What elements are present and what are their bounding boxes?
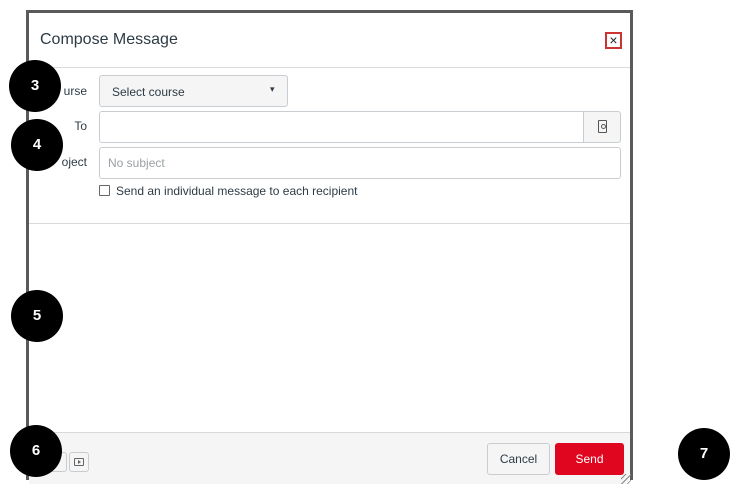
dialog-header: Compose Message ×: [29, 13, 630, 68]
course-select[interactable]: Select course ▾: [99, 75, 288, 107]
resize-handle[interactable]: [621, 474, 631, 484]
divider: [29, 223, 630, 224]
send-button[interactable]: Send: [555, 443, 624, 475]
cancel-button[interactable]: Cancel: [487, 443, 550, 475]
callout-badge-5: 5: [11, 290, 63, 342]
close-button[interactable]: ×: [605, 32, 622, 49]
dialog-footer: Cancel Send: [29, 432, 630, 484]
address-book-icon: [598, 120, 607, 133]
callout-badge-7: 7: [678, 428, 730, 480]
media-button[interactable]: [69, 452, 89, 472]
individual-message-label: Send an individual message to each recip…: [116, 184, 358, 198]
callout-badge-4: 4: [11, 119, 63, 171]
media-icon: [74, 458, 84, 466]
individual-message-option[interactable]: Send an individual message to each recip…: [99, 184, 358, 198]
callout-badge-3: 3: [9, 60, 61, 112]
compose-message-dialog: Compose Message × urse Select course ▾ T…: [26, 10, 633, 484]
individual-message-checkbox[interactable]: [99, 185, 110, 196]
chevron-down-icon: ▾: [270, 84, 275, 94]
dialog-title: Compose Message: [40, 31, 178, 48]
callout-badge-6: 6: [10, 425, 62, 477]
to-input[interactable]: [99, 111, 583, 143]
address-book-button[interactable]: [583, 111, 621, 143]
course-select-value: Select course: [112, 85, 185, 99]
subject-input[interactable]: No subject: [99, 147, 621, 179]
